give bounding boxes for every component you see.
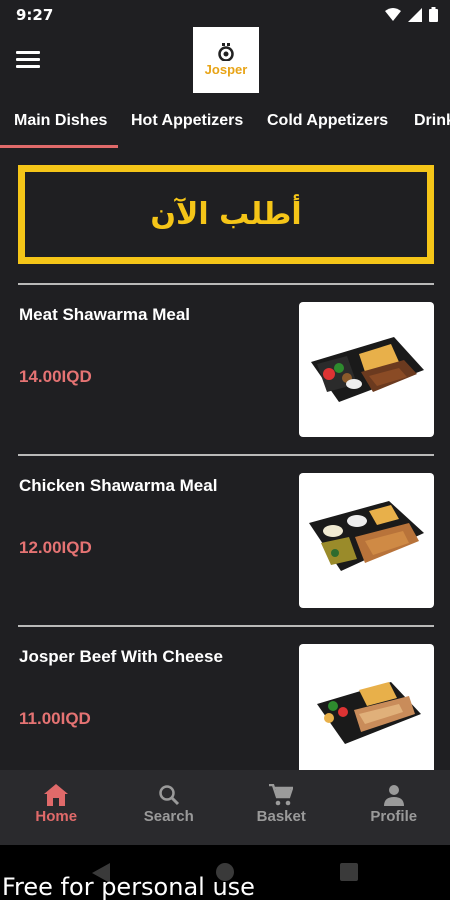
logo-mark-icon — [218, 43, 234, 61]
status-bar: 9:27 — [0, 0, 450, 30]
search-icon — [159, 785, 179, 806]
item-price: 14.00IQD — [19, 367, 92, 386]
order-now-label: أطلب الآن — [150, 197, 302, 232]
order-now-banner[interactable]: أطلب الآن — [18, 165, 434, 264]
menu-item[interactable]: Meat Shawarma Meal 14.00IQD — [18, 302, 434, 442]
nav-search-label: Search — [143, 808, 194, 825]
item-name: Chicken Shawarma Meal — [19, 476, 218, 495]
nav-basket-label: Basket — [256, 808, 306, 825]
tab-cold-appetizers[interactable]: Cold Appetizers — [267, 112, 388, 130]
item-price: 11.00IQD — [19, 709, 91, 728]
menu-item[interactable]: Chicken Shawarma Meal 12.00IQD — [18, 473, 434, 613]
bottom-navigation: Home Search Basket Profile — [0, 770, 450, 845]
tab-main-dishes[interactable]: Main Dishes — [14, 112, 107, 130]
category-tabs: Main Dishes Hot Appetizers Cold Appetize… — [0, 100, 450, 148]
item-image — [299, 644, 434, 770]
divider — [18, 283, 434, 285]
app-logo: Josper — [193, 27, 259, 93]
nav-home[interactable]: Home — [0, 770, 113, 845]
app-header: Josper — [0, 27, 450, 100]
tab-hot-appetizers[interactable]: Hot Appetizers — [131, 112, 243, 130]
signal-icon — [408, 7, 422, 22]
menu-button[interactable] — [16, 51, 40, 71]
meal-tray-image — [309, 501, 424, 571]
wifi-icon — [385, 7, 401, 21]
recents-icon[interactable] — [340, 863, 358, 881]
home-icon — [44, 784, 69, 806]
watermark-text: Free for personal use — [2, 873, 255, 900]
item-price: 12.00IQD — [19, 538, 92, 557]
logo-text: Josper — [204, 62, 248, 77]
person-icon — [383, 785, 404, 806]
divider — [18, 454, 434, 456]
nav-profile-label: Profile — [370, 808, 418, 825]
battery-icon — [429, 7, 438, 22]
divider — [18, 625, 434, 627]
hamburger-icon — [16, 51, 40, 54]
nav-home-label: Home — [35, 808, 78, 825]
item-name: Josper Beef With Cheese — [19, 647, 223, 666]
meal-tray-image — [311, 337, 424, 402]
status-icons — [385, 7, 438, 22]
nav-search[interactable]: Search — [113, 770, 226, 845]
menu-item[interactable]: Josper Beef With Cheese 11.00IQD — [18, 644, 434, 770]
nav-basket[interactable]: Basket — [225, 770, 338, 845]
cart-icon — [269, 784, 294, 806]
item-name: Meat Shawarma Meal — [19, 305, 191, 324]
nav-profile[interactable]: Profile — [338, 770, 450, 845]
menu-content[interactable]: أطلب الآن Meat Shawarma Meal 14.00IQD Ch… — [0, 148, 450, 770]
item-image — [299, 473, 434, 608]
item-image — [299, 302, 434, 437]
tab-drinks[interactable]: Drink — [414, 112, 450, 130]
meal-tray-image — [317, 682, 421, 744]
status-time: 9:27 — [16, 6, 54, 24]
